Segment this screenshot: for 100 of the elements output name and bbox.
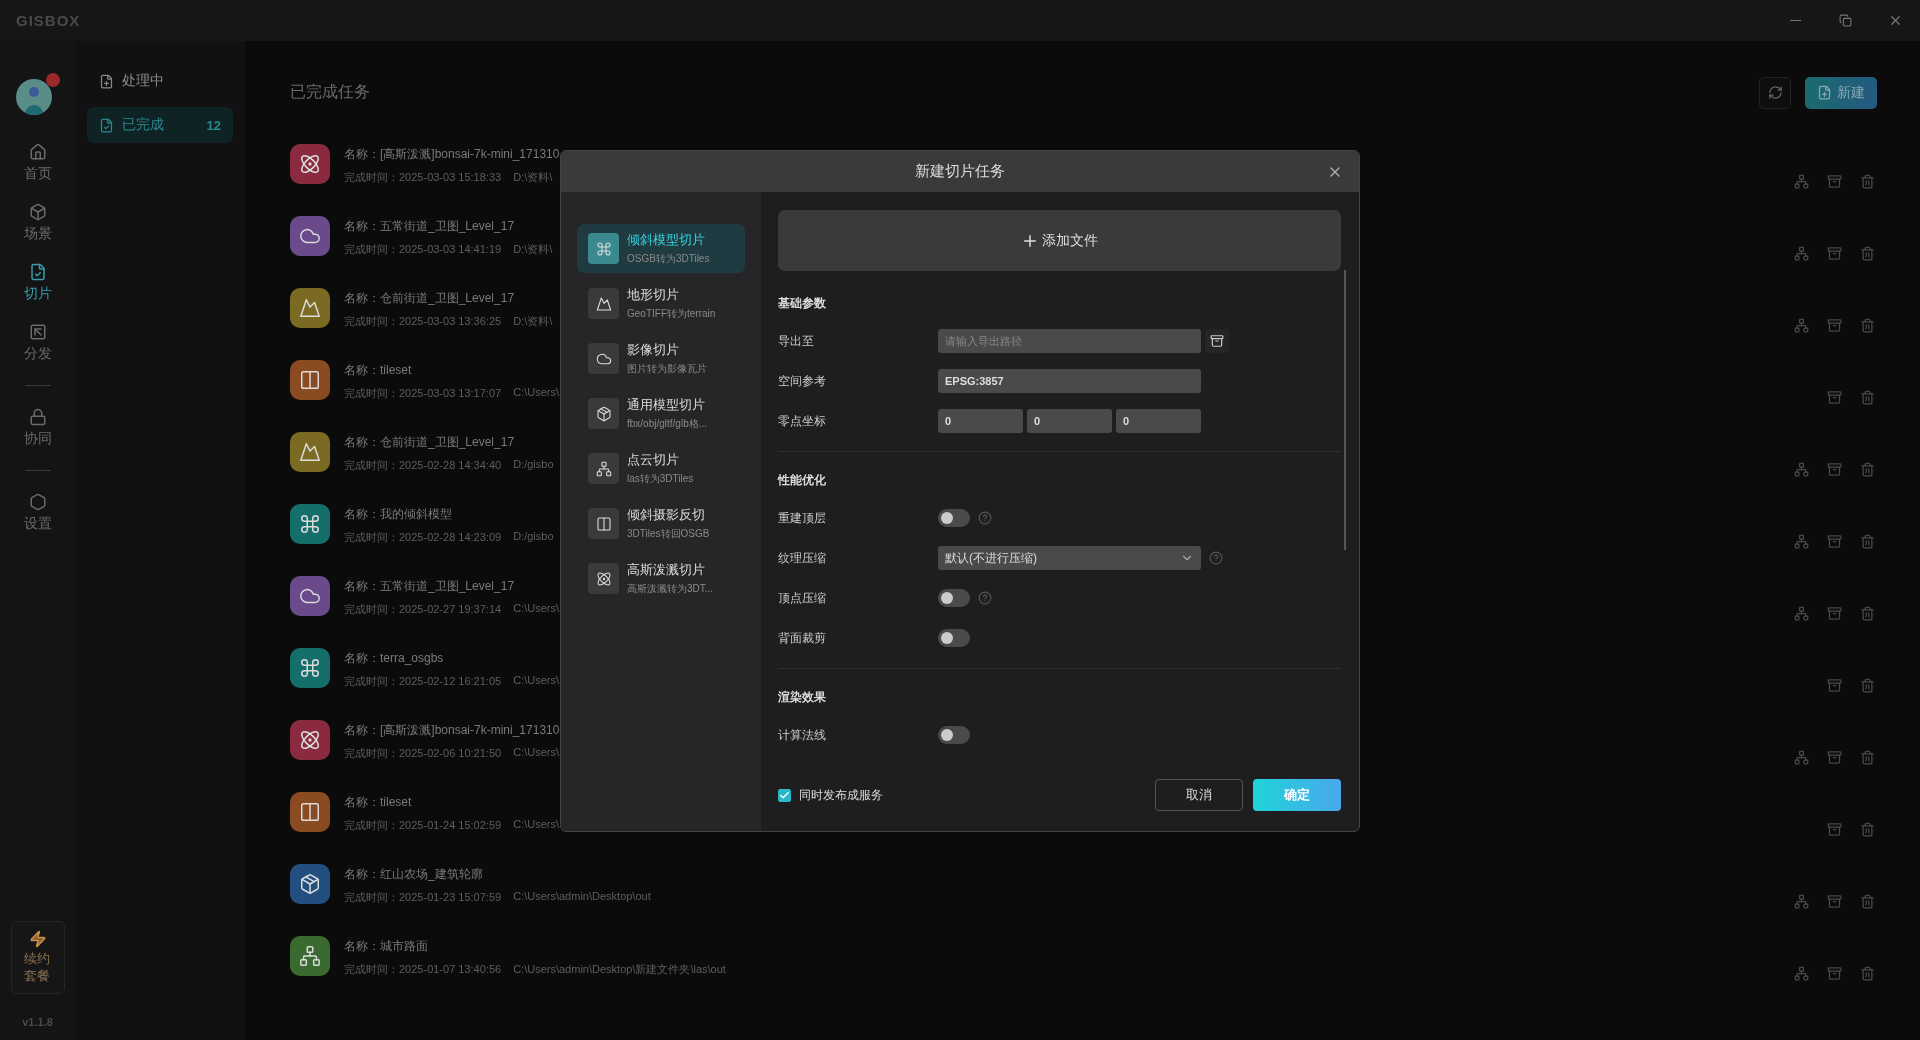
checkbox[interactable] xyxy=(778,788,791,802)
archive-button[interactable] xyxy=(1825,964,1844,983)
archive-button[interactable] xyxy=(1825,460,1844,479)
field-label: 背面裁剪 xyxy=(778,629,827,647)
toggle-switch[interactable] xyxy=(938,726,970,744)
avatar[interactable] xyxy=(15,79,52,115)
task-type-item[interactable]: 高斯泼溅切片 高斯泼溅转为3DT... xyxy=(577,554,745,603)
delete-button[interactable] xyxy=(1858,388,1877,407)
dialog-title: 新建切片任务 xyxy=(915,162,1005,181)
delete-button[interactable] xyxy=(1858,244,1877,263)
task-path: C:\Users\ xyxy=(513,674,559,688)
publish-button[interactable] xyxy=(1792,460,1811,479)
delete-button[interactable] xyxy=(1858,892,1877,911)
split-panel-icon xyxy=(299,369,321,391)
split-panel-icon xyxy=(299,801,321,823)
publish-button[interactable] xyxy=(1792,316,1811,335)
toggle-switch[interactable] xyxy=(938,509,970,527)
publish-button[interactable] xyxy=(1792,172,1811,191)
delete-button[interactable] xyxy=(1858,820,1877,839)
text-input[interactable]: EPSG:3857 xyxy=(938,369,1201,393)
nav-item[interactable]: 分发 xyxy=(7,313,68,373)
archive-icon xyxy=(1827,462,1842,477)
task-name: 名称：五常街道_卫图_Level_17 xyxy=(344,218,515,235)
coordinate-input[interactable]: 0 xyxy=(938,409,1023,433)
scrollbar[interactable] xyxy=(1344,270,1346,550)
field-label: 重建顶层 xyxy=(778,509,827,527)
cube-icon xyxy=(299,873,321,895)
nav-item[interactable]: 场景 xyxy=(7,193,68,253)
archive-button[interactable] xyxy=(1825,820,1844,839)
network-icon xyxy=(1794,246,1809,261)
help-icon[interactable] xyxy=(1209,551,1223,565)
publish-button[interactable] xyxy=(1792,892,1811,911)
task-time: 完成时间：2025-02-12 16:21:05 xyxy=(344,674,502,689)
delete-button[interactable] xyxy=(1858,748,1877,767)
task-time: 完成时间：2025-02-28 14:34:40 xyxy=(344,458,502,473)
task-name: 名称：[高斯泼溅]bonsai-7k-mini_171310 xyxy=(344,722,560,739)
trash-icon xyxy=(1860,318,1875,333)
publish-button[interactable] xyxy=(1792,964,1811,983)
task-time: 完成时间：2025-03-03 15:18:33 xyxy=(344,170,502,185)
task-type-item[interactable]: 通用模型切片 fbx/obj/gltf/glb格... xyxy=(577,389,745,438)
toggle-switch[interactable] xyxy=(938,589,970,607)
network-icon xyxy=(1794,966,1809,981)
home-icon xyxy=(28,143,47,161)
archive-button[interactable] xyxy=(1825,388,1844,407)
archive-icon xyxy=(1827,606,1842,621)
nav-item[interactable]: 协同 xyxy=(7,398,68,458)
task-type-item[interactable]: 倾斜摄影反切 3DTiles转回OSGB xyxy=(577,499,745,548)
publish-button[interactable] xyxy=(1792,748,1811,767)
select-dropdown[interactable]: 默认(不进行压缩) xyxy=(938,546,1201,570)
publish-button[interactable] xyxy=(1792,604,1811,623)
archive-icon xyxy=(1827,966,1842,981)
atom-icon xyxy=(299,153,321,175)
archive-button[interactable] xyxy=(1825,676,1844,695)
archive-button[interactable] xyxy=(1825,604,1844,623)
coordinate-input[interactable]: 0 xyxy=(1027,409,1112,433)
task-time: 完成时间：2025-03-03 13:17:07 xyxy=(344,386,502,401)
delete-button[interactable] xyxy=(1858,604,1877,623)
delete-button[interactable] xyxy=(1858,964,1877,983)
task-type-item[interactable]: 地形切片 GeoTIFF转为terrain xyxy=(577,279,745,328)
nav-item[interactable]: 设置 xyxy=(7,483,68,543)
task-type-item[interactable]: 影像切片 图片转为影像瓦片 xyxy=(577,334,745,383)
archive-button[interactable] xyxy=(1825,316,1844,335)
archive-button[interactable] xyxy=(1825,244,1844,263)
delete-button[interactable] xyxy=(1858,460,1877,479)
delete-button[interactable] xyxy=(1858,676,1877,695)
coordinate-input[interactable]: 0 xyxy=(1116,409,1201,433)
subnav-item[interactable]: 处理中 xyxy=(87,63,233,99)
checkbox-label: 同时发布成服务 xyxy=(799,786,883,804)
field-label: 空间参考 xyxy=(778,372,827,390)
lock-icon xyxy=(28,408,47,426)
archive-button[interactable] xyxy=(1825,748,1844,767)
cancel-button[interactable]: 取消 xyxy=(1155,779,1243,811)
browse-button[interactable] xyxy=(1205,329,1229,353)
delete-button[interactable] xyxy=(1858,316,1877,335)
network-icon xyxy=(1794,534,1809,549)
atom-icon xyxy=(595,570,612,587)
file-check-icon xyxy=(28,263,47,281)
toggle-switch[interactable] xyxy=(938,629,970,647)
task-path: D:/gisbo xyxy=(513,530,554,544)
refresh-icon xyxy=(1767,85,1783,100)
publish-button[interactable] xyxy=(1792,532,1811,551)
delete-button[interactable] xyxy=(1858,532,1877,551)
refresh-button[interactable] xyxy=(1759,76,1791,109)
task-path: D:\资料\ xyxy=(513,242,553,257)
help-icon[interactable] xyxy=(978,511,992,525)
renew-button[interactable]: 续约套餐 xyxy=(10,921,65,994)
archive-button[interactable] xyxy=(1825,172,1844,191)
network-icon xyxy=(1794,750,1809,765)
subnav-item[interactable]: 已完成 12 xyxy=(87,107,233,143)
help-icon[interactable] xyxy=(978,591,992,605)
nav-item[interactable]: 切片 xyxy=(7,253,68,313)
task-type-item[interactable]: 倾斜模型切片 OSGB转为3DTiles xyxy=(577,224,745,273)
archive-button[interactable] xyxy=(1825,892,1844,911)
publish-button[interactable] xyxy=(1792,244,1811,263)
field-label: 纹理压缩 xyxy=(778,549,827,567)
archive-button[interactable] xyxy=(1825,532,1844,551)
add-file-button[interactable]: 添加文件 xyxy=(778,210,1341,271)
task-type-item[interactable]: 点云切片 las转为3DTiles xyxy=(577,444,745,493)
nav-item[interactable]: 首页 xyxy=(7,133,68,193)
delete-button[interactable] xyxy=(1858,172,1877,191)
